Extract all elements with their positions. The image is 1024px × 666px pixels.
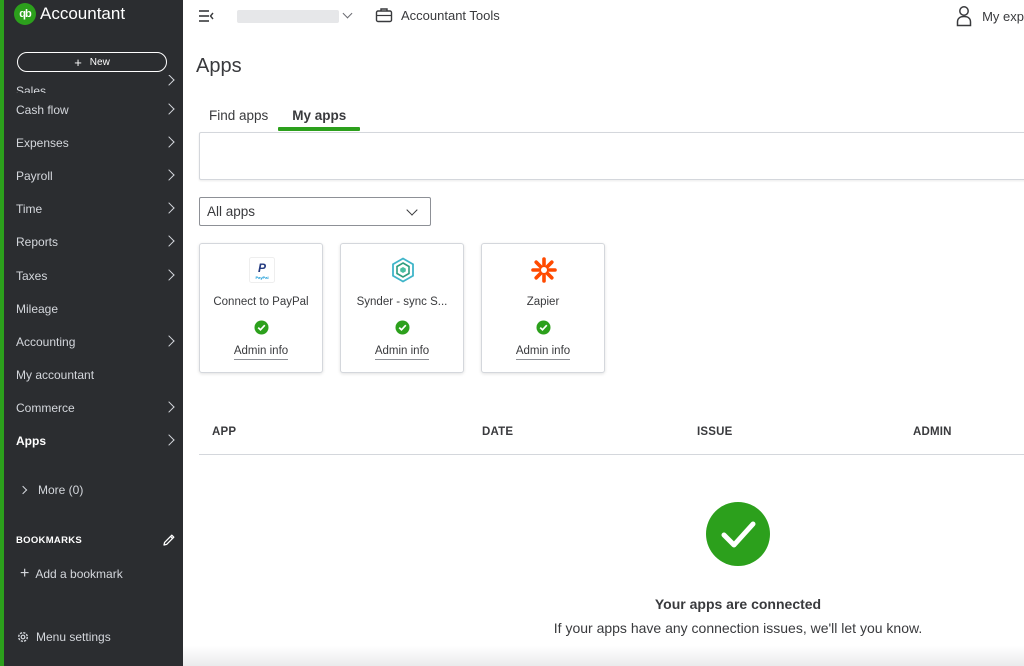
new-button-label: New	[89, 56, 110, 68]
sidebar-item-time[interactable]: Time	[4, 193, 183, 226]
connections-table-header: APP DATE ISSUE ADMIN	[199, 416, 1024, 455]
app-card-zapier[interactable]: Zapier Admin info	[481, 243, 605, 373]
chevron-right-icon	[163, 75, 175, 86]
app-card-paypal[interactable]: P PayPal Connect to PayPal Admin info	[199, 243, 323, 373]
accountant-tools-label: Accountant Tools	[401, 7, 500, 23]
quickbooks-logo-icon: qb	[14, 3, 36, 25]
sidebar-item-label: More (0)	[38, 483, 84, 497]
column-header-admin[interactable]: ADMIN	[913, 426, 952, 438]
chevron-right-icon	[163, 136, 175, 148]
plus-icon: +	[20, 565, 30, 582]
add-bookmark-label: Add a bookmark	[35, 567, 123, 581]
sidebar-item-payroll[interactable]: Payroll	[4, 159, 183, 192]
brand[interactable]: qb Accountant	[14, 3, 125, 25]
chevron-right-icon	[163, 235, 175, 248]
chevron-right-icon	[163, 335, 175, 347]
user-menu-label: My exp	[982, 8, 1024, 24]
chevron-down-icon	[406, 204, 418, 216]
sidebar-item-label: Expenses	[16, 135, 69, 150]
gear-icon	[17, 631, 29, 643]
collapse-menu-icon[interactable]	[198, 9, 214, 23]
column-header-app[interactable]: APP	[212, 426, 236, 438]
brand-name: Accountant	[40, 4, 126, 23]
chevron-right-icon	[163, 202, 175, 214]
sidebar-item-label: Reports	[16, 235, 59, 250]
sidebar-item-label: Apps	[16, 434, 46, 449]
page-title: Apps	[196, 55, 242, 77]
chevron-right-icon	[163, 434, 175, 447]
svg-text:PayPal: PayPal	[255, 275, 268, 280]
app-filter-dropdown[interactable]: All apps	[199, 197, 431, 226]
admin-info-link[interactable]: Admin info	[341, 345, 463, 360]
sidebar-item-label: Accounting	[16, 334, 76, 349]
sidebar-item-my-accountant[interactable]: My accountant	[4, 359, 183, 392]
paypal-logo-icon: P PayPal	[249, 257, 275, 283]
tab-content-panel	[199, 132, 1024, 180]
sidebar-item-sales[interactable]: Sales	[4, 75, 183, 93]
bookmarks-header: BOOKMARKS	[16, 533, 176, 547]
sidebar-item-accounting[interactable]: Accounting	[4, 325, 183, 358]
zapier-logo-icon	[531, 257, 557, 283]
bookmarks-title: BOOKMARKS	[16, 534, 83, 546]
new-button[interactable]: + New	[17, 52, 167, 72]
success-check-icon	[706, 502, 770, 566]
admin-info-link[interactable]: Admin info	[200, 345, 322, 360]
connected-check-icon	[536, 320, 551, 335]
sidebar-item-label: Cash flow	[16, 102, 69, 117]
pencil-icon[interactable]	[162, 533, 176, 547]
apps-tabs: Find apps My apps	[199, 106, 361, 131]
user-menu-button[interactable]: My exp	[956, 5, 1024, 27]
empty-state-subtitle: If your apps have any connection issues,…	[553, 620, 923, 636]
sidebar-item-reports[interactable]: Reports	[4, 226, 183, 259]
sidebar-item-label: Mileage	[16, 301, 59, 316]
connected-check-icon	[395, 320, 410, 335]
app-name: Zapier	[526, 296, 560, 308]
sidebar-item-label: Time	[16, 202, 43, 217]
sidebar-item-more[interactable]: More (0)	[4, 476, 183, 504]
app-filter-value: All apps	[207, 204, 256, 219]
sidebar-nav: Sales Cash flow Expenses Payroll Time Re…	[4, 75, 183, 475]
sidebar-item-label: Sales	[16, 84, 47, 93]
sidebar-item-label: My accountant	[16, 368, 95, 383]
sidebar-item-apps[interactable]: Apps	[4, 425, 183, 458]
sidebar-item-cash-flow[interactable]: Cash flow	[4, 93, 183, 126]
plus-icon: +	[74, 54, 82, 70]
synder-logo-icon	[392, 257, 414, 283]
accountant-tools-button[interactable]: Accountant Tools	[375, 7, 500, 23]
left-sidebar: qb Accountant + New Sales Cash flow Expe…	[0, 0, 183, 666]
menu-settings-button[interactable]: Menu settings	[16, 630, 111, 644]
sidebar-item-mileage[interactable]: Mileage	[4, 292, 183, 325]
bottom-scroll-shadow	[183, 646, 1024, 666]
svg-text:P: P	[258, 261, 267, 275]
sidebar-item-label: Payroll	[16, 168, 53, 183]
sidebar-item-expenses[interactable]: Expenses	[4, 126, 183, 159]
app-name: Connect to PayPal	[213, 296, 309, 308]
chevron-right-icon	[163, 401, 175, 413]
tab-my-apps[interactable]: My apps	[278, 106, 361, 131]
chevron-right-icon	[18, 485, 28, 495]
sidebar-item-label: Commerce	[16, 401, 75, 416]
chevron-down-icon[interactable]	[342, 8, 353, 19]
briefcase-icon	[375, 8, 393, 23]
tab-find-apps[interactable]: Find apps	[199, 106, 278, 131]
admin-info-link[interactable]: Admin info	[482, 345, 604, 360]
company-name-redacted[interactable]	[237, 10, 339, 23]
column-header-issue[interactable]: ISSUE	[697, 426, 733, 438]
app-card-synder[interactable]: Synder - sync S... Admin info	[340, 243, 464, 373]
sidebar-item-taxes[interactable]: Taxes	[4, 259, 183, 292]
sidebar-item-label: Taxes	[16, 268, 48, 283]
app-name: Synder - sync S...	[356, 296, 448, 308]
connected-check-icon	[254, 320, 269, 335]
chevron-right-icon	[163, 169, 175, 181]
menu-settings-label: Menu settings	[36, 630, 111, 644]
empty-state-title: Your apps are connected	[654, 596, 822, 612]
sidebar-item-commerce[interactable]: Commerce	[4, 392, 183, 425]
chevron-right-icon	[163, 102, 175, 115]
top-bar: Accountant Tools My exp	[183, 0, 1024, 34]
column-header-date[interactable]: DATE	[482, 426, 513, 438]
chevron-right-icon	[163, 268, 175, 281]
user-icon	[956, 6, 972, 27]
add-bookmark-button[interactable]: + Add a bookmark	[20, 565, 123, 583]
